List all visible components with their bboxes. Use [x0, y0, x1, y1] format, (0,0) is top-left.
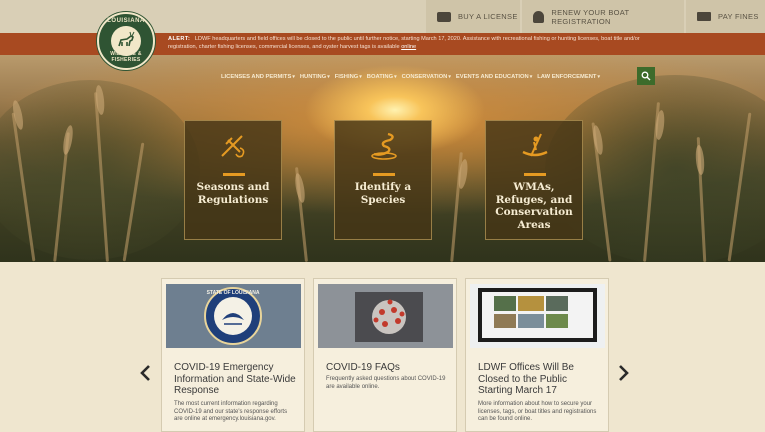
buy-license-link[interactable]: BUY A LICENSE: [426, 0, 520, 33]
card-description: The most current information regarding C…: [174, 401, 288, 423]
boat-icon: [533, 10, 545, 23]
chevron-left-icon: [140, 365, 150, 381]
chevron-down-icon: ▾: [327, 74, 330, 80]
chevron-down-icon: ▾: [529, 74, 533, 80]
snake-icon: [371, 132, 397, 160]
nav-licenses-and-permits[interactable]: LICENSES AND PERMITS▾: [221, 74, 300, 80]
logo-bottom-text: WILDLIFE & FISHERIES: [110, 51, 142, 63]
louisiana-state-seal: STATE OF LOUISIANA: [166, 284, 301, 348]
logo-top-text: LOUISIANA: [107, 18, 145, 24]
nav-events-and-education[interactable]: EVENTS AND EDUCATION▾: [456, 74, 537, 80]
card-description: Frequently asked questions about COVID-1…: [326, 376, 446, 390]
coronavirus-image: [318, 284, 453, 348]
computer-screen-photo: [470, 284, 605, 348]
chevron-down-icon: ▾: [292, 74, 295, 80]
alert-label: ALERT:: [168, 36, 191, 42]
card-description: More information about how to secure you…: [478, 401, 597, 423]
seasons-and-regulations-label: Seasons and Regulations: [196, 181, 270, 206]
news-card[interactable]: LDWF Offices Will Be Closed to the Publi…: [465, 278, 609, 432]
main-nav: LICENSES AND PERMITS▾ HUNTING▾ FISHING▾ …: [221, 66, 605, 88]
nav-boating[interactable]: BOATING▾: [367, 74, 402, 80]
news-card[interactable]: STATE OF LOUISIANA COVID-19 Emergency In…: [161, 278, 305, 432]
news-card[interactable]: COVID-19 FAQs Frequently asked questions…: [313, 278, 457, 432]
chevron-down-icon: ▾: [597, 74, 600, 80]
chevron-down-icon: ▾: [448, 74, 451, 80]
fishing-rod-icon: [221, 135, 245, 158]
buy-license-label: BUY A LICENSE: [458, 12, 518, 21]
nav-fishing[interactable]: FISHING▾: [335, 74, 367, 80]
card-title: COVID-19 FAQs: [326, 362, 400, 373]
pay-fines-label: PAY FINES: [718, 12, 759, 21]
alert-online-link[interactable]: online: [401, 44, 416, 50]
nav-hunting[interactable]: HUNTING▾: [300, 74, 335, 80]
renew-boat-label: RENEW YOUR BOAT REGISTRATION: [551, 7, 630, 26]
renew-boat-registration-link[interactable]: RENEW YOUR BOAT REGISTRATION: [522, 0, 684, 33]
kayaker-icon: [522, 133, 548, 157]
seasons-and-regulations-tile[interactable]: Seasons and Regulations: [184, 120, 282, 240]
chevron-down-icon: ▾: [394, 74, 397, 80]
card-title: LDWF Offices Will Be Closed to the Publi…: [478, 362, 574, 396]
identify-a-species-tile[interactable]: Identify a Species: [334, 120, 432, 240]
identify-a-species-label: Identify a Species: [354, 181, 412, 206]
chevron-right-icon: [619, 365, 629, 381]
seal-text: STATE OF LOUISIANA: [207, 290, 260, 296]
carousel-next-button[interactable]: [614, 362, 634, 384]
ldwf-logo[interactable]: LOUISIANA WILDLIFE & FISHERIES: [97, 12, 155, 70]
search-icon: [641, 71, 651, 81]
carousel-prev-button[interactable]: [135, 362, 155, 384]
nav-law-enforcement[interactable]: LAW ENFORCEMENT▾: [537, 74, 605, 80]
chevron-down-icon: ▾: [359, 74, 362, 80]
id-card-icon: [437, 11, 451, 22]
search-button[interactable]: [637, 67, 655, 85]
money-icon: [697, 12, 711, 21]
grass-seed-head: [293, 172, 307, 204]
wmas-refuges-tile[interactable]: WMAs, Refuges, and Conservation Areas: [485, 120, 583, 240]
card-title: COVID-19 Emergency Information and State…: [174, 362, 296, 396]
nav-conservation[interactable]: CONSERVATION▾: [402, 74, 456, 80]
wmas-refuges-label: WMAs, Refuges, and Conservation Areas: [495, 181, 573, 231]
pay-fines-link[interactable]: PAY FINES: [686, 0, 765, 33]
